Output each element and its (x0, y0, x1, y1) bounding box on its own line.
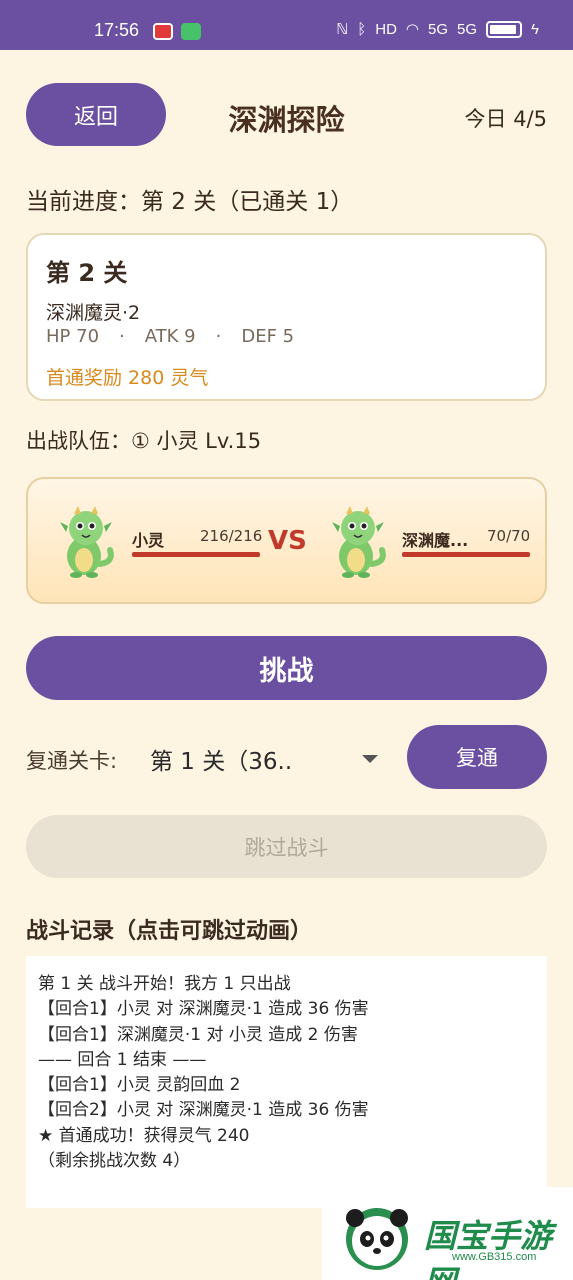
enemy-dragon-icon (332, 506, 386, 578)
current-progress: 当前进度：第 2 关（已通关 1） (26, 189, 354, 215)
vs-label: VS (268, 526, 307, 556)
battle-log[interactable]: 第 1 关 战斗开始！我方 1 只出战 【回合1】小灵 对 深渊魔灵·1 造成 … (26, 956, 547, 1208)
daily-attempts: 今日 4/5 (464, 107, 547, 131)
nfc-icon: ℕ (336, 21, 349, 38)
enemy-stats: HP 70 · ATK 9 · DEF 5 (46, 326, 294, 347)
stat-def: DEF 5 (241, 326, 295, 347)
stage-title: 第 2 关 (46, 259, 128, 287)
notification-app-icon (153, 23, 173, 40)
challenge-button[interactable]: 挑战 (26, 636, 547, 700)
battle-log-title: 战斗记录（点击可跳过动画） (26, 919, 313, 944)
replay-button[interactable]: 复通 (407, 725, 547, 789)
watermark-text: 国宝手游网 (424, 1217, 553, 1280)
enemy-name: 深渊魔灵·2 (46, 302, 141, 324)
watermark-url: www.GB315.com (452, 1251, 537, 1263)
message-app-icon (181, 23, 201, 40)
log-line: —— 回合 1 结束 —— (38, 1049, 207, 1070)
log-line: ★ 首通成功！获得灵气 240 (38, 1125, 250, 1146)
hd-icon: HD (375, 20, 397, 38)
charging-icon: ϟ (531, 20, 539, 38)
signal-5g-icon: 5G (457, 20, 478, 38)
stat-hp: HP 70 (46, 326, 100, 347)
stat-separator: · (215, 326, 222, 347)
player-hp-bar (132, 552, 260, 557)
log-line: 【回合1】小灵 灵韵回血 2 (38, 1075, 241, 1096)
chevron-down-icon (362, 755, 378, 763)
status-time: 17:56 (94, 20, 140, 40)
log-line: 【回合1】小灵 对 深渊魔灵·1 造成 36 伤害 (38, 999, 369, 1020)
panda-logo-icon (346, 1208, 408, 1270)
log-line: 【回合2】小灵 对 深渊魔灵·1 造成 36 伤害 (38, 1100, 369, 1121)
stat-atk: ATK 9 (144, 326, 196, 347)
enemy-hp-text: 70/70 (487, 527, 531, 545)
enemy-name-battle: 深渊魔... (402, 531, 469, 550)
player-name: 小灵 (132, 531, 165, 550)
replay-selected-value: 第 1 关（36.. (150, 749, 293, 775)
log-line: （剩余挑战次数 4） (38, 1151, 191, 1172)
wifi-icon: ◠ (405, 21, 420, 38)
player-dragon-icon (60, 506, 114, 578)
bluetooth-icon: ᛒ (357, 20, 367, 38)
signal-5g-icon: 5G (428, 20, 449, 38)
log-line: 【回合1】深渊魔灵·1 对 小灵 造成 2 伤害 (38, 1024, 358, 1045)
status-bar: 17:56 ℕ ᛒ HD ◠ 5G 5G ϟ (0, 0, 573, 50)
enemy-hp-bar (402, 552, 530, 557)
first-clear-reward: 首通奖励 280 灵气 (46, 367, 209, 389)
battery-icon (486, 20, 523, 38)
replay-stage-select[interactable]: 第 1 关（36.. (150, 741, 386, 777)
stat-separator: · (119, 326, 125, 347)
status-icons: ℕ ᛒ HD ◠ 5G 5G ϟ (336, 20, 539, 38)
player-hp-text: 216/216 (200, 527, 263, 545)
battle-log-lines: 第 1 关 战斗开始！我方 1 只出战 【回合1】小灵 对 深渊魔灵·1 造成 … (38, 972, 369, 1174)
battle-team: 出战队伍：① 小灵 Lv.15 (26, 429, 262, 453)
battle-panel: 小灵 216/216 VS 深渊魔... 70/70 (26, 477, 547, 604)
replay-label: 复通关卡: (26, 749, 118, 773)
skip-battle-button[interactable]: 跳过战斗 (26, 815, 547, 878)
log-line: 第 1 关 战斗开始！我方 1 只出战 (38, 974, 291, 994)
watermark: 国宝手游网 www.GB315.com (322, 1187, 573, 1280)
stage-card: 第 2 关 深渊魔灵·2 HP 70 · ATK 9 · DEF 5 首通奖励 … (26, 233, 547, 401)
